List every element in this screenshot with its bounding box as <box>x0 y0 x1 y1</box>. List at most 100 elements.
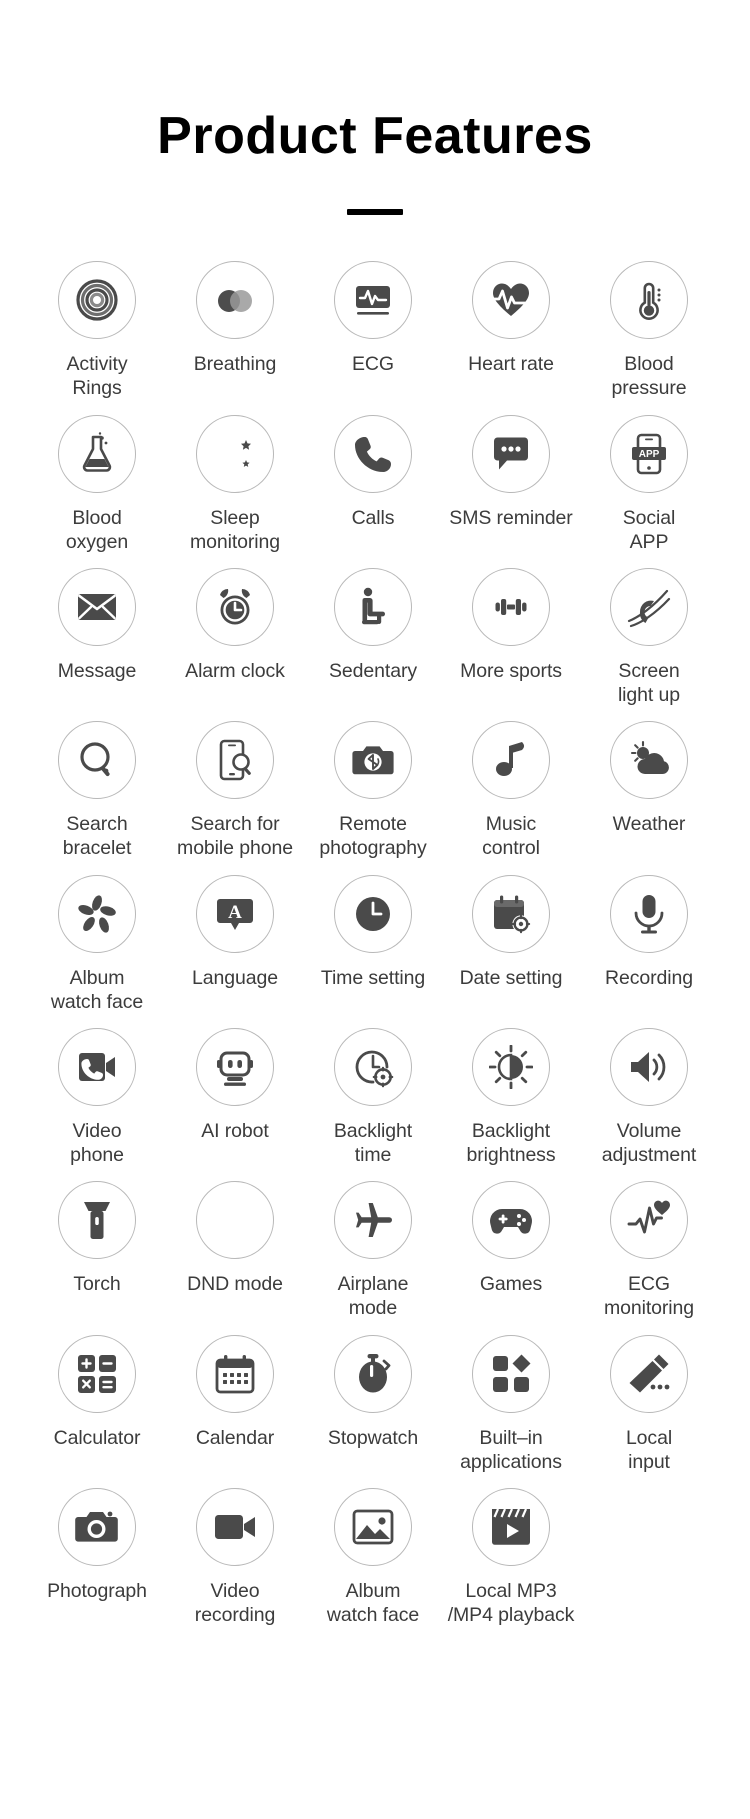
feature-item[interactable]: Activity Rings <box>28 261 166 400</box>
svg-text:APP: APP <box>639 449 660 460</box>
dumbbell-icon <box>495 598 527 615</box>
feature-row: Blood oxygen Sleep monitoring Calls SMS rem… <box>28 414 722 568</box>
search-bracelet-icon <box>80 742 110 777</box>
feature-item[interactable]: APP Social APP <box>580 414 718 554</box>
feature-label: Built–in applications <box>460 1426 562 1473</box>
feature-item[interactable]: Local input <box>580 1334 718 1474</box>
title-divider <box>347 209 403 216</box>
feature-item[interactable]: Sedentary <box>304 567 442 683</box>
feature-item[interactable]: Remote photography <box>304 721 442 860</box>
feature-icon-badge <box>472 1181 550 1260</box>
feature-item[interactable]: Local MP3 /MP4 playback <box>442 1487 580 1627</box>
feature-label: Alarm clock <box>185 659 285 682</box>
feature-label: Music control <box>482 813 540 860</box>
feature-item[interactable]: Torch <box>28 1181 166 1296</box>
feature-item[interactable]: Stopwatch <box>304 1334 442 1450</box>
feature-item[interactable]: Backlight brightness <box>442 1027 580 1167</box>
feature-icon-badge <box>58 261 136 340</box>
feature-label: Search bracelet <box>62 813 132 860</box>
feature-label: Language <box>192 966 278 989</box>
feature-item[interactable]: Sleep monitoring <box>166 414 304 554</box>
feature-item[interactable]: ECG monitoring <box>580 1181 718 1320</box>
ecg-monitor-icon <box>356 286 390 315</box>
feature-label: Stopwatch <box>327 1426 419 1449</box>
feature-item[interactable]: Video recording <box>166 1487 304 1627</box>
feature-item[interactable]: Search for mobile phone <box>166 721 304 860</box>
weather-icon <box>630 741 669 775</box>
feature-icon-badge <box>58 1181 136 1260</box>
feature-label: Album watch face <box>50 966 144 1013</box>
feature-icon-badge <box>196 1027 274 1106</box>
feature-row: Album watch face A Language Time setting Dat… <box>28 874 722 1028</box>
calculator-icon <box>78 1354 116 1393</box>
feature-label: Calls <box>351 506 395 529</box>
remote-camera-icon <box>352 746 394 775</box>
feature-label: Date setting <box>459 966 563 989</box>
feature-item[interactable]: A Language <box>166 874 304 990</box>
feature-label: Calculator <box>53 1426 141 1449</box>
feature-icon-badge <box>196 414 274 493</box>
feature-item[interactable]: Music control <box>442 721 580 860</box>
phone-icon <box>355 436 391 472</box>
feature-label: Remote photography <box>319 813 427 860</box>
feature-icon-badge <box>196 1334 274 1413</box>
feature-label: Video phone <box>70 1119 124 1167</box>
clock-icon <box>356 896 390 931</box>
feature-label: Volume adjustment <box>601 1119 697 1167</box>
feature-item[interactable]: Screen light up <box>580 567 718 707</box>
video-camera-icon <box>215 1514 255 1539</box>
feature-item[interactable]: Video phone <box>28 1027 166 1167</box>
feature-item[interactable]: DND mode <box>166 1181 304 1296</box>
feature-item[interactable]: Alarm clock <box>166 567 304 683</box>
feature-icon-badge: APP <box>610 414 688 493</box>
feature-item[interactable]: Airplane mode <box>304 1181 442 1320</box>
feature-icon-badge <box>472 567 550 646</box>
feature-item[interactable]: Album watch face <box>304 1487 442 1627</box>
microphone-icon <box>634 894 664 934</box>
feature-item[interactable]: Blood pressure <box>580 261 718 400</box>
feature-row: Video phone AI robot Backlight time Backlig… <box>28 1027 722 1181</box>
feature-label: Photograph <box>47 1579 147 1602</box>
feature-item[interactable]: ECG <box>304 261 442 376</box>
feature-item[interactable]: Weather <box>580 721 718 836</box>
feature-item[interactable]: Built–in applications <box>442 1334 580 1474</box>
feature-item[interactable]: Calls <box>304 414 442 530</box>
brightness-icon <box>489 1044 533 1089</box>
search-phone-icon <box>219 739 251 781</box>
feature-item[interactable]: SMS reminder <box>442 414 580 530</box>
feature-item[interactable]: Time setting <box>304 874 442 990</box>
feature-item[interactable]: Heart rate <box>442 261 580 376</box>
breathing-icon <box>218 290 252 313</box>
feature-item[interactable]: AI robot <box>166 1027 304 1143</box>
feature-item[interactable]: Date setting <box>442 874 580 990</box>
feature-icon-badge <box>472 261 550 340</box>
feature-item[interactable]: Album watch face <box>28 874 166 1014</box>
feature-label: Backlight brightness <box>466 1119 556 1167</box>
feature-item[interactable]: Photograph <box>28 1487 166 1603</box>
feature-item[interactable]: Search bracelet <box>28 721 166 860</box>
feature-item[interactable]: Breathing <box>166 261 304 376</box>
feature-item[interactable]: Backlight time <box>304 1027 442 1167</box>
feature-item[interactable]: Games <box>442 1181 580 1296</box>
feature-row: Search bracelet Search for mobile phone Re… <box>28 721 722 874</box>
feature-label: Calendar <box>195 1426 275 1449</box>
feature-item[interactable]: Recording <box>580 874 718 990</box>
feature-item[interactable]: Blood oxygen <box>28 414 166 554</box>
feature-label: AI robot <box>201 1119 269 1142</box>
feature-label: More sports <box>460 659 562 682</box>
feature-label: Screen light up <box>617 659 681 707</box>
feature-label: DND mode <box>187 1273 283 1296</box>
feature-label: Airplane mode <box>337 1273 409 1320</box>
date-setting-icon <box>494 895 531 933</box>
language-icon: A <box>217 898 253 930</box>
feature-item[interactable]: Calendar <box>166 1334 304 1450</box>
feature-item[interactable]: Volume adjustment <box>580 1027 718 1167</box>
feature-item[interactable]: More sports <box>442 567 580 683</box>
feature-icon-badge <box>196 1181 274 1260</box>
feature-icon-badge <box>472 1487 550 1566</box>
feature-label: ECG <box>352 353 394 376</box>
feature-item[interactable]: Message <box>28 567 166 683</box>
feature-item[interactable]: Calculator <box>28 1334 166 1450</box>
feature-label: Backlight time <box>333 1119 413 1167</box>
feature-label: Blood oxygen <box>65 506 129 553</box>
